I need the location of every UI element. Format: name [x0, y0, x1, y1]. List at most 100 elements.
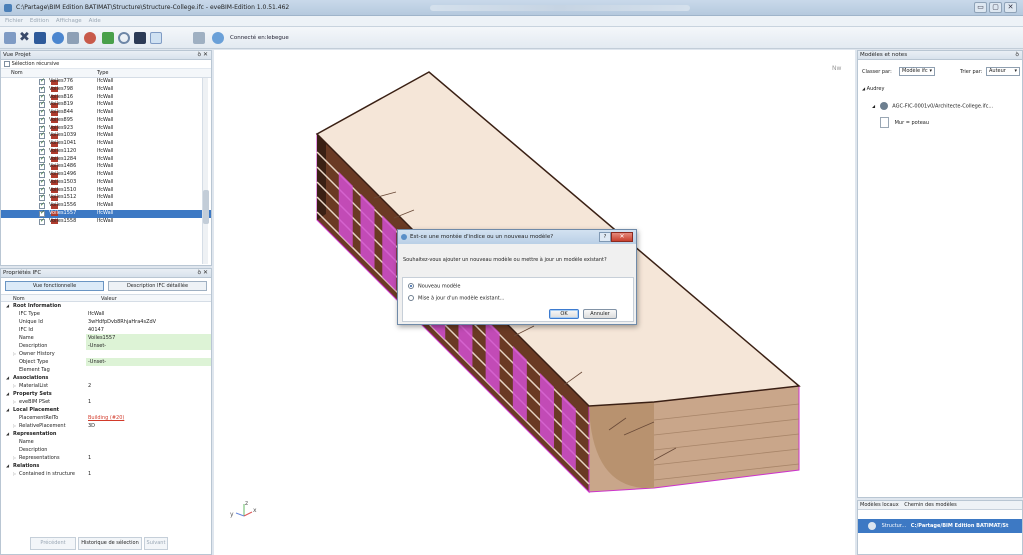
property-value: -Unset-	[86, 342, 211, 350]
tree-row[interactable]: Voiles1510 IfcWall	[1, 186, 211, 195]
property-key: MaterialList	[13, 382, 48, 390]
property-key: RelativePlacement	[13, 422, 65, 430]
next-button[interactable]: Suivant	[144, 537, 168, 550]
property-key: PlacementRelTo	[19, 415, 59, 421]
menu-view[interactable]: Affichage	[56, 18, 82, 24]
tree-row[interactable]: Voiles776 IfcWall	[1, 77, 211, 86]
row-type: IfcWall	[97, 147, 114, 154]
note-node[interactable]: Mur = poteau	[880, 117, 929, 128]
row-name: Voiles816	[49, 93, 74, 100]
project-panel: Vue Projet ꝺ ✕ Sélection récursive Nom T…	[0, 50, 212, 266]
network-icon[interactable]	[193, 32, 205, 44]
tree-scroll-thumb[interactable]	[203, 190, 209, 224]
tree-row[interactable]: Voiles798 IfcWall	[1, 85, 211, 94]
tree-row[interactable]: Voiles1039 IfcWall	[1, 131, 211, 140]
tree-row[interactable]: Voiles1486 IfcWall	[1, 162, 211, 171]
property-group[interactable]: Local Placement	[1, 406, 211, 414]
delete-icon[interactable]: ✖	[19, 31, 31, 44]
menu-help[interactable]: Aide	[89, 18, 101, 24]
tree-row[interactable]: Voiles1558 IfcWall	[1, 217, 211, 226]
property-key: Representation	[6, 430, 57, 438]
tab-models-path[interactable]: Chemin des modèles	[904, 502, 956, 508]
globe-icon[interactable]	[52, 32, 64, 44]
models-panel: Modèles et notes ꝺ Classer par: Modèle i…	[857, 50, 1023, 498]
row-type: IfcWall	[97, 178, 114, 185]
properties-tabs: Vue fonctionnelle Description IFC détail…	[1, 278, 211, 294]
tree-row[interactable]: Voiles1556 IfcWall	[1, 201, 211, 210]
shading-icon[interactable]	[134, 32, 146, 44]
radio-new-model[interactable]	[408, 283, 414, 289]
row-name: Voiles1120	[49, 147, 77, 154]
tree-scrollbar[interactable]	[202, 78, 209, 264]
property-row: Description	[1, 446, 211, 454]
property-group[interactable]: Property Sets	[1, 390, 211, 398]
local-model-row[interactable]: Structur... C:/Partage/BIM Edition BATIM…	[858, 519, 1022, 533]
collapse-arrow-icon[interactable]: ◢	[862, 86, 865, 91]
property-group[interactable]: Representation	[1, 430, 211, 438]
tree-row[interactable]: Voiles1120 IfcWall	[1, 147, 211, 156]
tab-local-models[interactable]: Modèles locaux	[860, 502, 899, 508]
dialog-help-button[interactable]: ?	[599, 232, 611, 242]
order-by-select[interactable]: Auteur	[986, 67, 1020, 76]
recursive-selection[interactable]: Sélection récursive	[1, 60, 211, 69]
save-icon[interactable]	[34, 32, 46, 44]
property-key: Object Type	[19, 359, 49, 365]
property-row[interactable]: Contained in structure 1	[1, 470, 211, 478]
view-frame-icon[interactable]	[150, 32, 162, 44]
tree-row[interactable]: Voiles1512 IfcWall	[1, 193, 211, 202]
models-pin-icon[interactable]: ꝺ	[1015, 51, 1019, 59]
option-new-model[interactable]: Nouveau modèle	[408, 283, 460, 290]
property-value[interactable]: Building (#20)	[88, 414, 124, 422]
model-icon[interactable]	[102, 32, 114, 44]
radio-update-model[interactable]	[408, 295, 414, 301]
tree-header: Nom Type	[1, 69, 211, 78]
property-row[interactable]: RelativePlacement 3D	[1, 422, 211, 430]
search-icon[interactable]	[118, 32, 130, 44]
tree-row[interactable]: Voiles1496 IfcWall	[1, 170, 211, 179]
tree-row[interactable]: Voiles895 IfcWall	[1, 116, 211, 125]
col-type-header[interactable]: Type	[97, 69, 108, 78]
tree-row[interactable]: Voiles1041 IfcWall	[1, 139, 211, 148]
sort-by-select[interactable]: Modèle ifc	[899, 67, 935, 76]
pointer-tool-icon[interactable]	[4, 32, 16, 44]
tree-row[interactable]: Voiles1503 IfcWall	[1, 178, 211, 187]
recursive-checkbox[interactable]	[4, 60, 10, 67]
maximize-button[interactable]: ▢	[989, 2, 1002, 13]
tab-functional-view[interactable]: Vue fonctionnelle	[5, 281, 104, 291]
tab-detailed-description[interactable]: Description IFC détaillée	[108, 281, 207, 291]
tree-row[interactable]: Voiles816 IfcWall	[1, 93, 211, 102]
property-row[interactable]: Owner History	[1, 350, 211, 358]
tree-row[interactable]: Voiles923 IfcWall	[1, 124, 211, 133]
minimize-button[interactable]: ▭	[974, 2, 987, 13]
dialog-close-button[interactable]: ✕	[611, 232, 633, 242]
tree-row[interactable]: Voiles1557 IfcWall	[1, 209, 211, 218]
col-name-header[interactable]: Nom	[11, 69, 23, 78]
model-node[interactable]: ◢ AGC-FIC-0001v0/Architecte-College.ifc.…	[872, 102, 993, 110]
property-group[interactable]: Relations	[1, 462, 211, 470]
property-group[interactable]: Root Information	[1, 302, 211, 310]
panel-pin-close-icon[interactable]: ꝺ ✕	[197, 51, 208, 59]
menu-edit[interactable]: Edition	[30, 18, 49, 24]
option-update-model[interactable]: Mise à jour d'un modèle existant...	[408, 295, 504, 302]
row-type: IfcWall	[97, 85, 114, 92]
option-new-label: Nouveau modèle	[418, 283, 461, 290]
ok-button[interactable]: OK	[549, 309, 579, 319]
menu-file[interactable]: Fichier	[5, 18, 23, 24]
property-row[interactable]: Representations 1	[1, 454, 211, 462]
property-row[interactable]: eveBIM PSet 1	[1, 398, 211, 406]
tree-row[interactable]: Voiles844 IfcWall	[1, 108, 211, 117]
selection-history-button[interactable]: Historique de sélection	[78, 537, 142, 550]
property-group[interactable]: Associations	[1, 374, 211, 382]
cancel-button[interactable]: Annuler	[583, 309, 617, 319]
tree-row[interactable]: Voiles1284 IfcWall	[1, 155, 211, 164]
property-row[interactable]: MaterialList 2	[1, 382, 211, 390]
row-checkbox[interactable]	[39, 217, 45, 225]
author-node[interactable]: ◢ Audrey	[862, 86, 884, 92]
previous-button[interactable]: Précédent	[30, 537, 76, 550]
close-button[interactable]: ✕	[1004, 2, 1017, 13]
target-icon[interactable]	[84, 32, 96, 44]
model-collapse-icon[interactable]: ◢	[872, 104, 875, 109]
tree-row[interactable]: Voiles819 IfcWall	[1, 100, 211, 109]
camera-icon[interactable]	[67, 32, 79, 44]
properties-pin-close-icon[interactable]: ꝺ ✕	[197, 269, 208, 277]
